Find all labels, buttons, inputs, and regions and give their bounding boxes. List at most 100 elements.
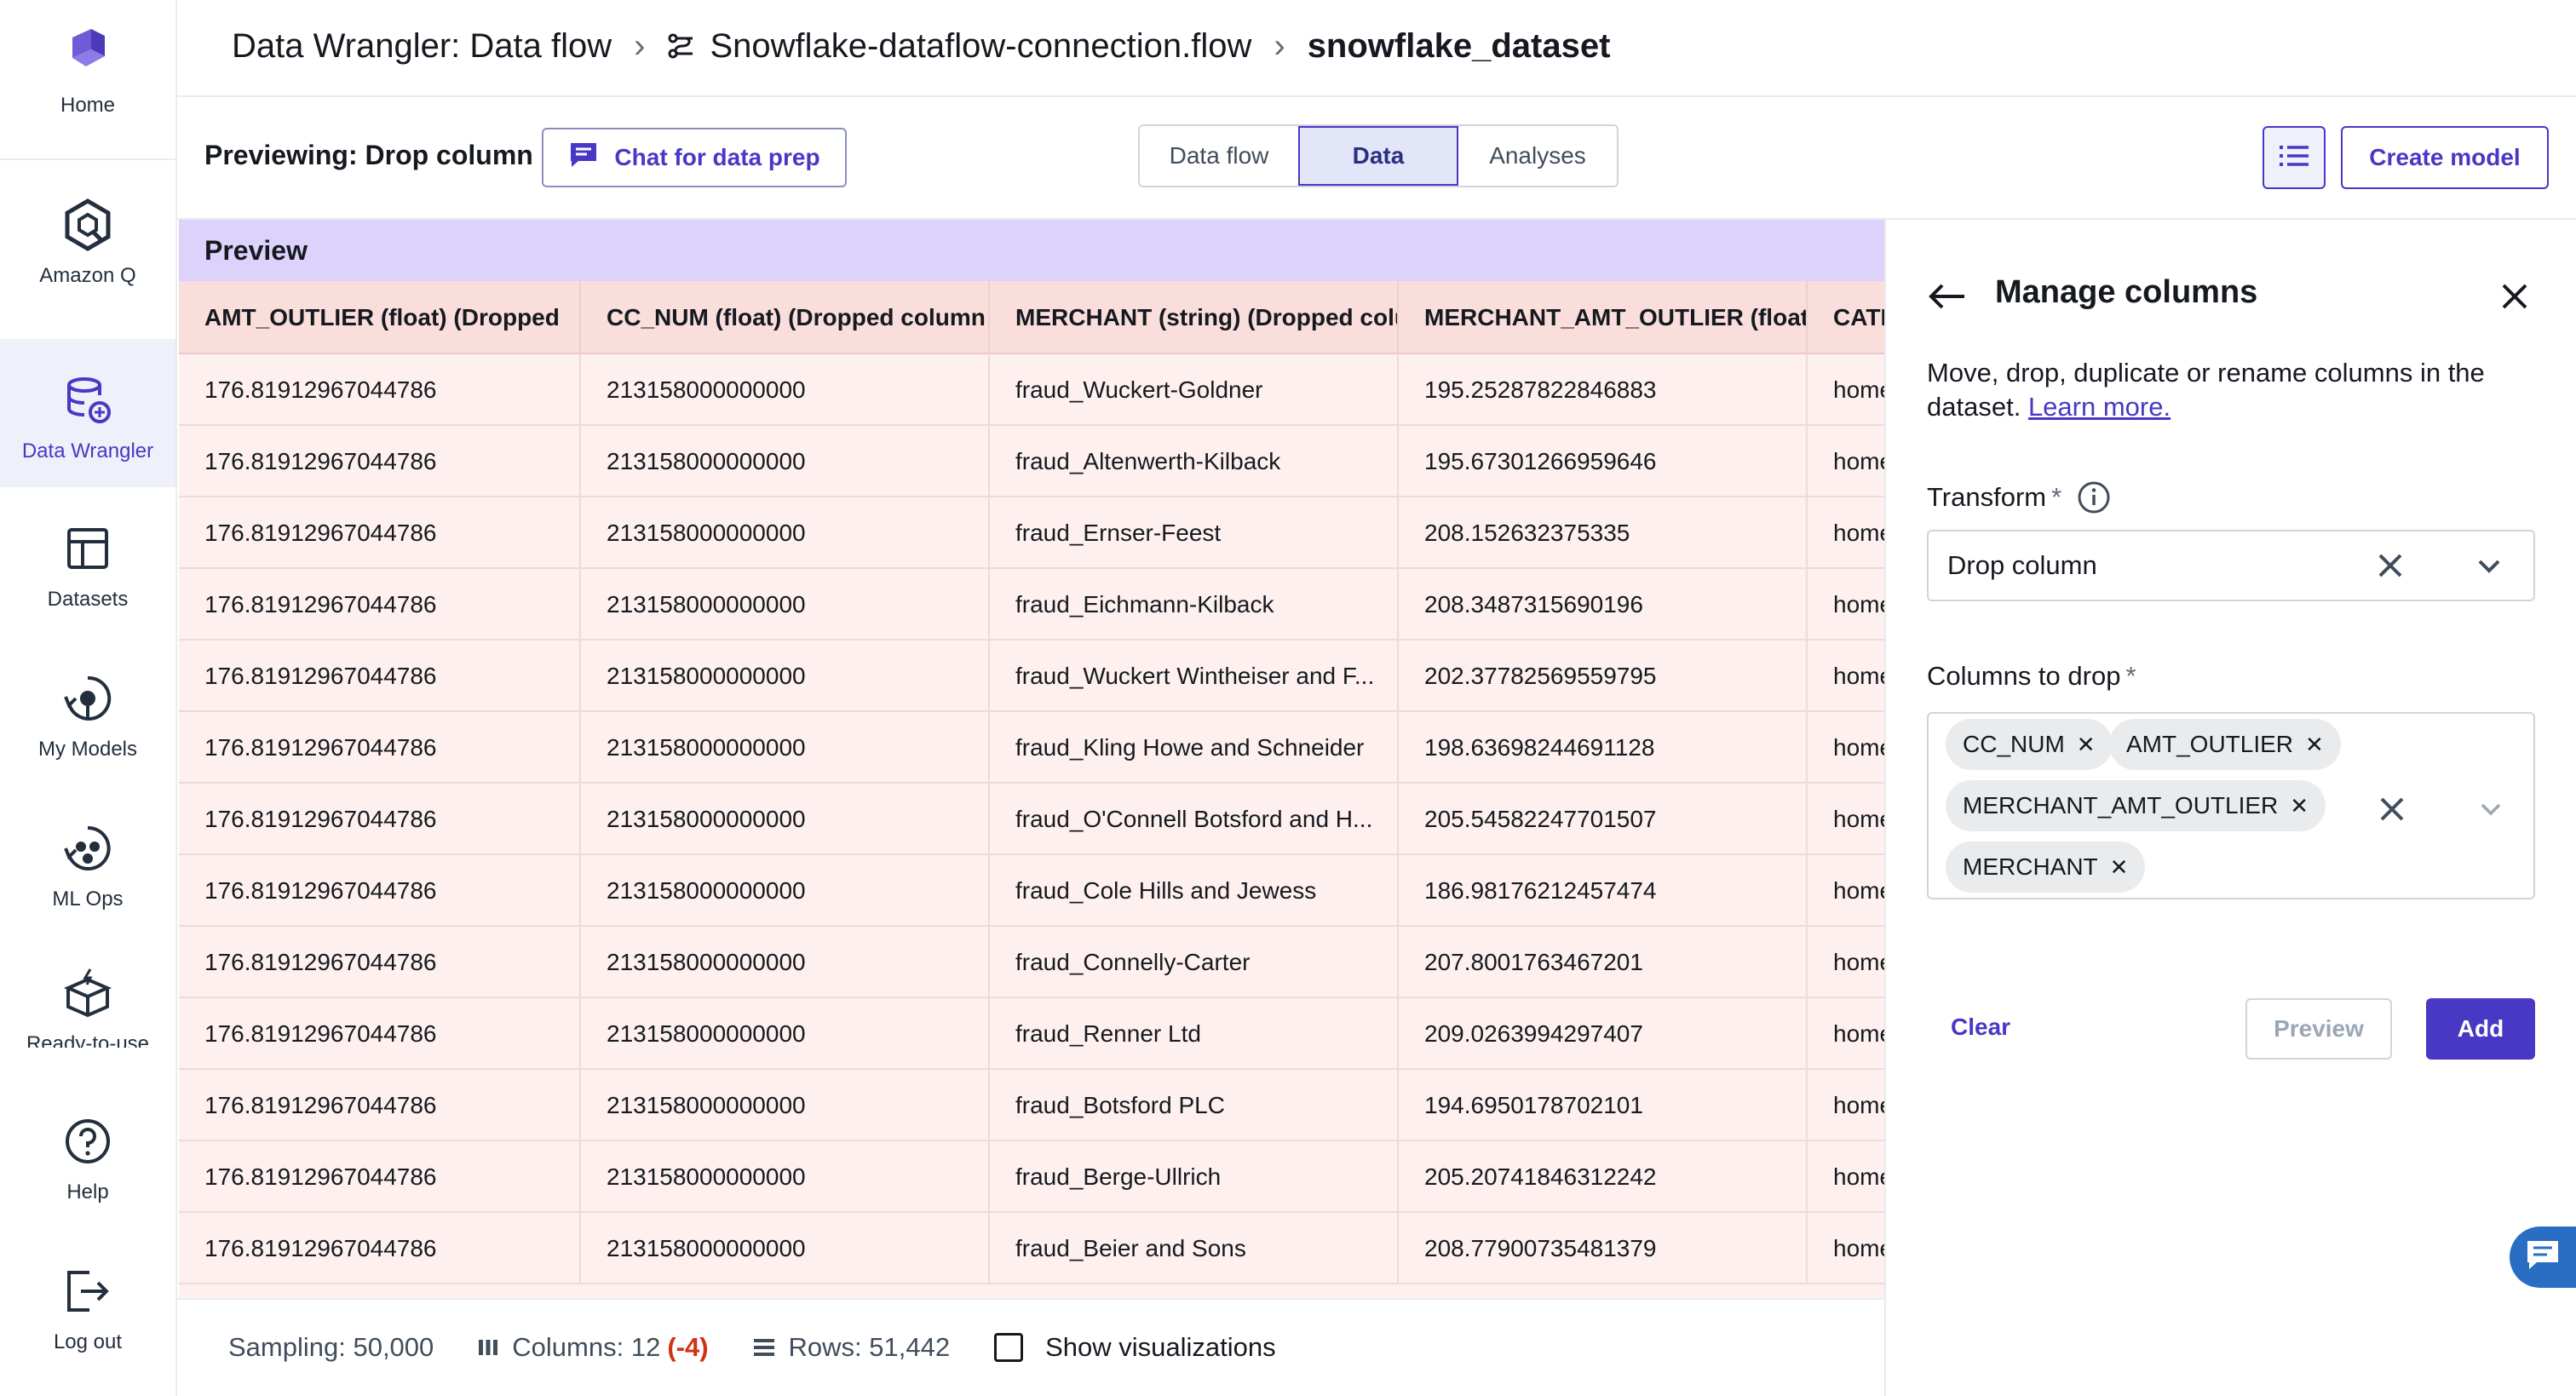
table-cell: home — [1833, 520, 1884, 546]
table-cell: fraud_Altenwerth-Kilback — [990, 426, 1399, 497]
table-cell: fraud_Botsford PLC — [990, 1070, 1399, 1141]
nav-amazon-q[interactable]: Amazon Q — [0, 198, 175, 300]
column-header[interactable]: AMT_OUTLIER (float) (Dropped — [179, 281, 581, 354]
show-visualizations-label[interactable]: Show visualizations — [1045, 1332, 1276, 1363]
nav-datasets[interactable]: Datasets — [0, 521, 175, 623]
column-header[interactable]: CATE — [1808, 281, 1884, 354]
nav-log-out[interactable]: Log out — [0, 1264, 175, 1366]
chevron-down-icon[interactable] — [2474, 550, 2504, 588]
table-row[interactable]: 176.81912967044786 213158000000000 fraud_R… — [179, 998, 1884, 1070]
table-cell: fraud_Berge-Ullrich — [990, 1141, 1399, 1213]
table-row[interactable]: 176.81912967044786 213158000000000 fraud_C… — [179, 855, 1884, 927]
chat-icon — [568, 141, 599, 175]
remove-token-icon[interactable]: ✕ — [2305, 732, 2324, 758]
column-header[interactable]: CC_NUM (float) (Dropped column — [581, 281, 990, 354]
back-arrow-icon[interactable] — [1927, 276, 1968, 317]
table-cell: 213158000000000 — [581, 641, 990, 712]
transform-label-text: Transform — [1927, 482, 2047, 512]
panel-description-text: Move, drop, duplicate or rename columns … — [1927, 358, 2485, 422]
panel-title: Manage columns — [1995, 274, 2258, 310]
preview-button[interactable]: Preview — [2245, 998, 2392, 1060]
table-cell: 208.77900735481379 — [1399, 1213, 1808, 1284]
required-mark: * — [2051, 482, 2062, 512]
table-row[interactable]: 176.81912967044786 213158000000000 fraud_O… — [179, 784, 1884, 855]
table-header: AMT_OUTLIER (float) (Dropped CC_NUM (flo… — [179, 281, 1884, 354]
rows-count: Rows: 51,442 — [788, 1332, 951, 1362]
table-row[interactable]: 176.81912967044786 213158000000000 fraud_B… — [179, 1141, 1884, 1213]
table-cell: home — [1833, 591, 1884, 618]
feedback-button[interactable] — [2510, 1227, 2576, 1288]
nav-label: My Models — [37, 738, 138, 761]
column-header[interactable]: MERCHANT_AMT_OUTLIER (float) — [1399, 281, 1808, 354]
clear-selection-icon[interactable] — [2373, 549, 2407, 589]
token-label: MERCHANT_AMT_OUTLIER — [1963, 792, 2279, 819]
table-cell: home — [1833, 806, 1884, 832]
table-cell: 195.67301266959646 — [1399, 426, 1808, 497]
create-model-button[interactable]: Create model — [2341, 126, 2549, 189]
clear-all-icon[interactable] — [2375, 792, 2409, 830]
tab-data[interactable]: Data — [1298, 126, 1458, 186]
table-cell: 202.37782569559795 — [1399, 641, 1808, 712]
table-row[interactable]: 176.81912967044786 213158000000000 fraud_W… — [179, 354, 1884, 426]
table-row[interactable]: 176.81912967044786 213158000000000 fraud_K… — [179, 712, 1884, 784]
table-cell: 176.81912967044786 — [179, 497, 581, 569]
table-cell: 176.81912967044786 — [179, 1213, 581, 1284]
breadcrumb-flow[interactable]: Snowflake-dataflow-connection.flow — [710, 27, 1251, 66]
feedback-chat-icon — [2525, 1238, 2561, 1277]
table-row[interactable]: 176.81912967044786 213158000000000 fraud_E… — [179, 569, 1884, 641]
nav-help[interactable]: Help — [0, 1114, 175, 1216]
table-cell: fraud_O'Connell Botsford and H... — [990, 784, 1399, 855]
table-cell: home — [1833, 1020, 1884, 1047]
table-row[interactable]: 176.81912967044786 213158000000000 fraud_E… — [179, 497, 1884, 569]
nav-home[interactable]: Home — [0, 22, 175, 150]
learn-more-link[interactable]: Learn more. — [2028, 392, 2171, 422]
columns-icon — [478, 1338, 498, 1357]
columns-to-drop-multiselect[interactable]: CC_NUM ✕ AMT_OUTLIER ✕ MERCHANT_AMT_OUTL… — [1927, 712, 2535, 899]
table-row[interactable]: 176.81912967044786 213158000000000 fraud_B… — [179, 1070, 1884, 1141]
add-button[interactable]: Add — [2426, 998, 2535, 1060]
column-header[interactable]: MERCHANT (string) (Dropped colu — [990, 281, 1399, 354]
transform-select[interactable]: Drop column — [1927, 530, 2535, 601]
show-visualizations-checkbox[interactable] — [994, 1333, 1024, 1362]
chat-button-label: Chat for data prep — [614, 144, 820, 170]
info-icon[interactable] — [2077, 480, 2111, 514]
columns-to-drop-label: Columns to drop * — [1927, 661, 2136, 692]
nav-label: Log out — [53, 1330, 123, 1353]
clear-button[interactable]: Clear — [1951, 1014, 2010, 1041]
tab-analyses[interactable]: Analyses — [1458, 126, 1617, 186]
close-icon[interactable] — [2494, 276, 2535, 317]
remove-token-icon[interactable]: ✕ — [2110, 854, 2129, 881]
nav-ml-ops[interactable]: ML Ops — [0, 821, 175, 923]
columns-count: Columns: 12 — [512, 1332, 661, 1362]
list-view-button[interactable] — [2263, 126, 2326, 189]
table-cell: 195.25287822846883 — [1399, 354, 1808, 426]
breadcrumb-dataset: snowflake_dataset — [1307, 26, 1611, 65]
remove-token-icon[interactable]: ✕ — [2077, 732, 2096, 758]
tab-data-flow[interactable]: Data flow — [1140, 126, 1298, 186]
help-icon — [60, 1114, 115, 1169]
table-body: 176.81912967044786 213158000000000 fraud_W… — [179, 354, 1884, 1298]
table-row[interactable]: 176.81912967044786 213158000000000 fraud_C… — [179, 927, 1884, 998]
nav-label: Home — [60, 94, 116, 117]
view-tabs: Data flow Data Analyses — [1138, 124, 1619, 187]
nav-label: ML Ops — [52, 888, 124, 911]
table-row[interactable]: 176.81912967044786 213158000000000 fraud_B… — [179, 1213, 1884, 1284]
table-cell: 176.81912967044786 — [179, 784, 581, 855]
table-row[interactable]: 176.81912967044786 213158000000000 fraud_A… — [179, 426, 1884, 497]
table-footer: Sampling: 50,000 Columns: 12 (-4) Rows: … — [228, 1330, 1276, 1364]
table-cell: 176.81912967044786 — [179, 927, 581, 998]
table-row[interactable]: 176.81912967044786 213158000000000 fraud_W… — [179, 641, 1884, 712]
breadcrumb-root[interactable]: Data Wrangler: Data flow — [232, 27, 612, 66]
nav-my-models[interactable]: My Models — [0, 671, 175, 773]
token-label: CC_NUM — [1963, 731, 2065, 757]
nav-ready-to-use[interactable]: Ready-to-use — [0, 968, 175, 1048]
amazon-q-icon — [60, 198, 115, 252]
table-cell: 176.81912967044786 — [179, 855, 581, 927]
chevron-down-icon[interactable] — [2477, 796, 2504, 827]
nav-data-wrangler[interactable]: Data Wrangler — [0, 339, 175, 487]
table-cell: 176.81912967044786 — [179, 1141, 581, 1213]
remove-token-icon[interactable]: ✕ — [2290, 793, 2309, 819]
table-cell: 176.81912967044786 — [179, 354, 581, 426]
table-cell: home — [1833, 1163, 1884, 1190]
chat-for-data-prep-button[interactable]: Chat for data prep — [542, 128, 847, 187]
